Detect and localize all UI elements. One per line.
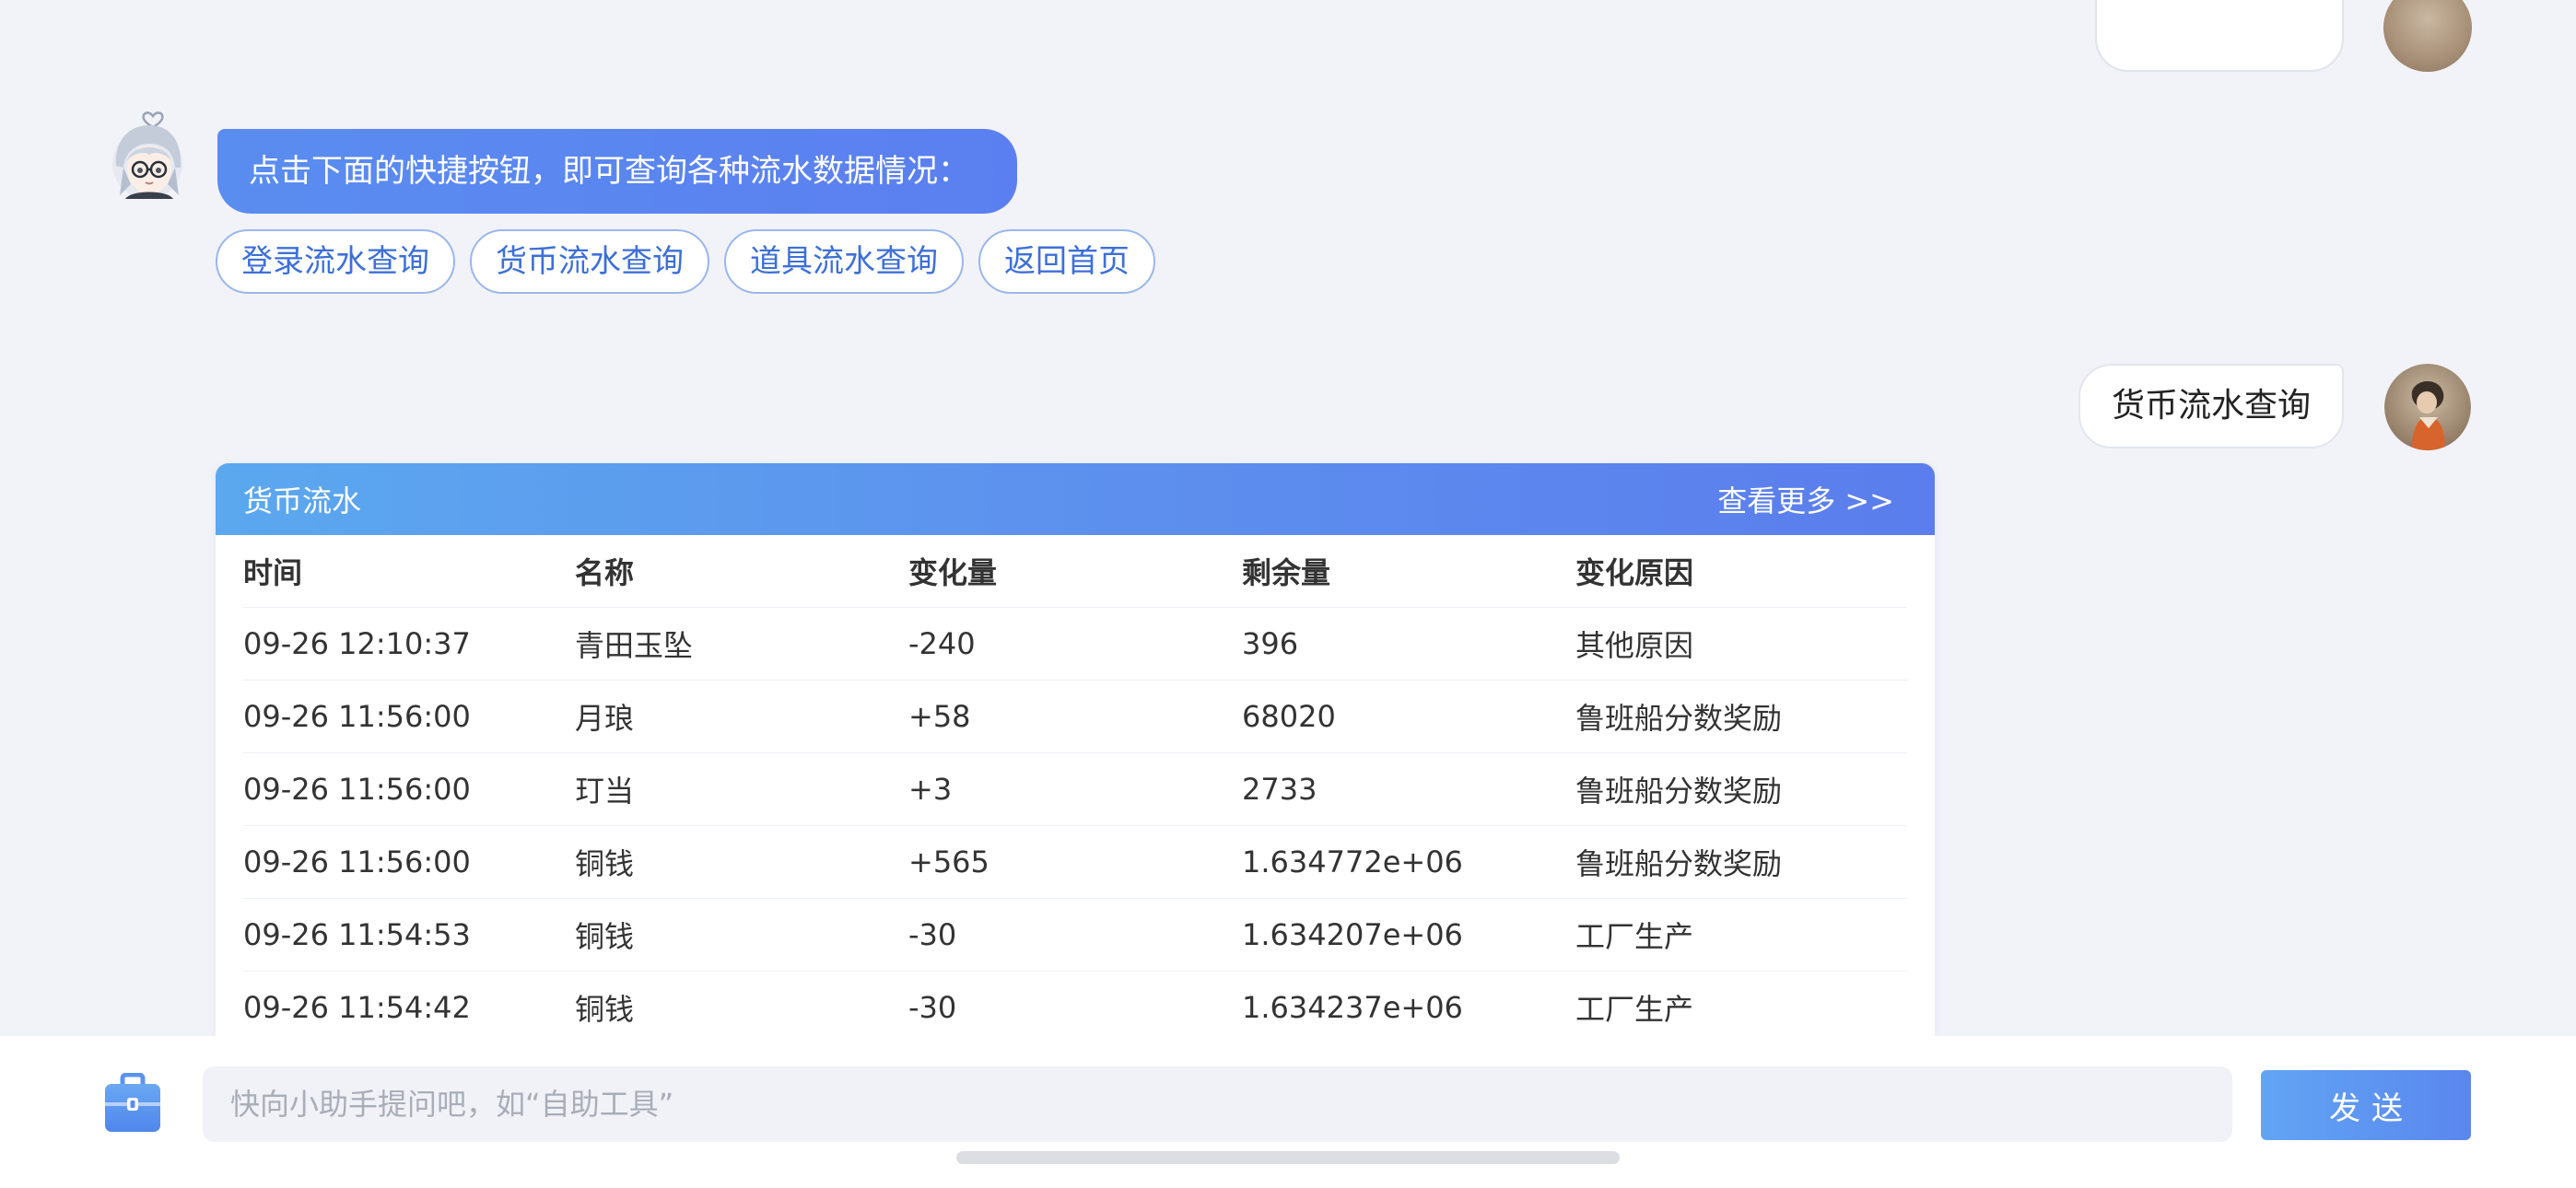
cell-change: +565 [908, 844, 989, 879]
cell-remaining: 1.634237e+06 [1242, 990, 1463, 1025]
table-row: 09-26 11:56:00 玎当 +3 2733 鲁班船分数奖励 [243, 753, 1907, 826]
table-row: 09-26 11:54:42 铜钱 -30 1.634237e+06 工厂生产 [243, 972, 1907, 1044]
previous-user-bubble [2095, 0, 2344, 72]
currency-records-button[interactable]: 货币流水查询 [470, 229, 709, 294]
cell-change: -30 [908, 917, 957, 952]
back-home-button[interactable]: 返回首页 [978, 229, 1155, 294]
cell-name: 玎当 [575, 774, 635, 809]
cell-reason: 鲁班船分数奖励 [1575, 774, 1783, 809]
home-indicator [956, 1151, 1620, 1164]
cell-time: 09-26 11:56:00 [243, 699, 471, 734]
view-more-link[interactable]: 查看更多 >> [1717, 478, 1894, 520]
column-header-remaining: 剩余量 [1242, 555, 1331, 590]
cell-time: 09-26 12:10:37 [243, 626, 471, 661]
bot-avatar [111, 111, 186, 203]
input-bar: 发送 [0, 1036, 2576, 1188]
user-avatar [2384, 364, 2471, 450]
cell-reason: 其他原因 [1575, 628, 1694, 663]
cell-reason: 鲁班船分数奖励 [1575, 846, 1783, 881]
table-row: 09-26 11:54:53 铜钱 -30 1.634207e+06 工厂生产 [243, 899, 1907, 972]
cell-name: 铜钱 [575, 992, 635, 1027]
cell-time: 09-26 11:54:42 [243, 990, 471, 1025]
cell-name: 青田玉坠 [575, 628, 694, 663]
column-header-reason: 变化原因 [1575, 555, 1694, 590]
cell-time: 09-26 11:56:00 [243, 772, 471, 807]
cell-remaining: 1.634207e+06 [1242, 917, 1463, 952]
table-row: 09-26 12:10:37 青田玉坠 -240 396 其他原因 [243, 608, 1907, 681]
quick-buttons-row: 登录流水查询 货币流水查询 道具流水查询 返回首页 [216, 229, 1155, 294]
user-message-bubble: 货币流水查询 [2078, 364, 2345, 448]
login-records-button[interactable]: 登录流水查询 [216, 229, 455, 294]
question-input[interactable] [203, 1066, 2232, 1142]
cell-change: +58 [908, 699, 971, 734]
previous-user-avatar [2383, 0, 2472, 72]
item-records-button[interactable]: 道具流水查询 [724, 229, 964, 294]
column-header-name: 名称 [575, 555, 635, 590]
table-row: 09-26 11:56:00 月琅 +58 68020 鲁班船分数奖励 [243, 681, 1907, 753]
cell-time: 09-26 11:54:53 [243, 917, 471, 952]
cell-change: -240 [908, 626, 976, 661]
send-button[interactable]: 发送 [2261, 1070, 2471, 1140]
column-header-time: 时间 [243, 555, 303, 590]
cell-reason: 鲁班船分数奖励 [1575, 701, 1783, 736]
cell-reason: 工厂生产 [1575, 992, 1694, 1027]
currency-table: 时间 名称 变化量 剩余量 变化原因 09-26 12:10:37 青田玉坠 -… [216, 535, 1935, 1044]
toolbox-icon[interactable] [104, 1072, 161, 1134]
cell-name: 铜钱 [575, 846, 635, 881]
cell-remaining: 1.634772e+06 [1242, 844, 1463, 879]
column-header-change: 变化量 [908, 555, 998, 590]
bot-message-bubble: 点击下面的快捷按钮，即可查询各种流水数据情况： [217, 129, 1017, 214]
card-title: 货币流水 [243, 483, 362, 518]
cell-remaining: 68020 [1242, 699, 1336, 734]
cell-time: 09-26 11:56:00 [243, 844, 471, 879]
cell-name: 月琅 [575, 701, 635, 736]
table-row: 09-26 11:56:00 铜钱 +565 1.634772e+06 鲁班船分… [243, 826, 1907, 899]
user-message-text: 货币流水查询 [2112, 387, 2312, 425]
card-header: 货币流水 查看更多 >> [216, 463, 1935, 535]
table-header-row: 时间 名称 变化量 剩余量 变化原因 [243, 535, 1907, 608]
cell-change: -30 [908, 990, 957, 1025]
chat-page: 点击下面的快捷按钮，即可查询各种流水数据情况： 登录流水查询 货币流水查询 道具… [0, 0, 2576, 1188]
cell-name: 铜钱 [575, 919, 635, 954]
cell-remaining: 396 [1242, 626, 1299, 661]
cell-reason: 工厂生产 [1575, 919, 1694, 954]
bot-message-text: 点击下面的快捷按钮，即可查询各种流水数据情况： [249, 153, 969, 190]
cell-remaining: 2733 [1242, 772, 1317, 807]
cell-change: +3 [908, 772, 953, 807]
